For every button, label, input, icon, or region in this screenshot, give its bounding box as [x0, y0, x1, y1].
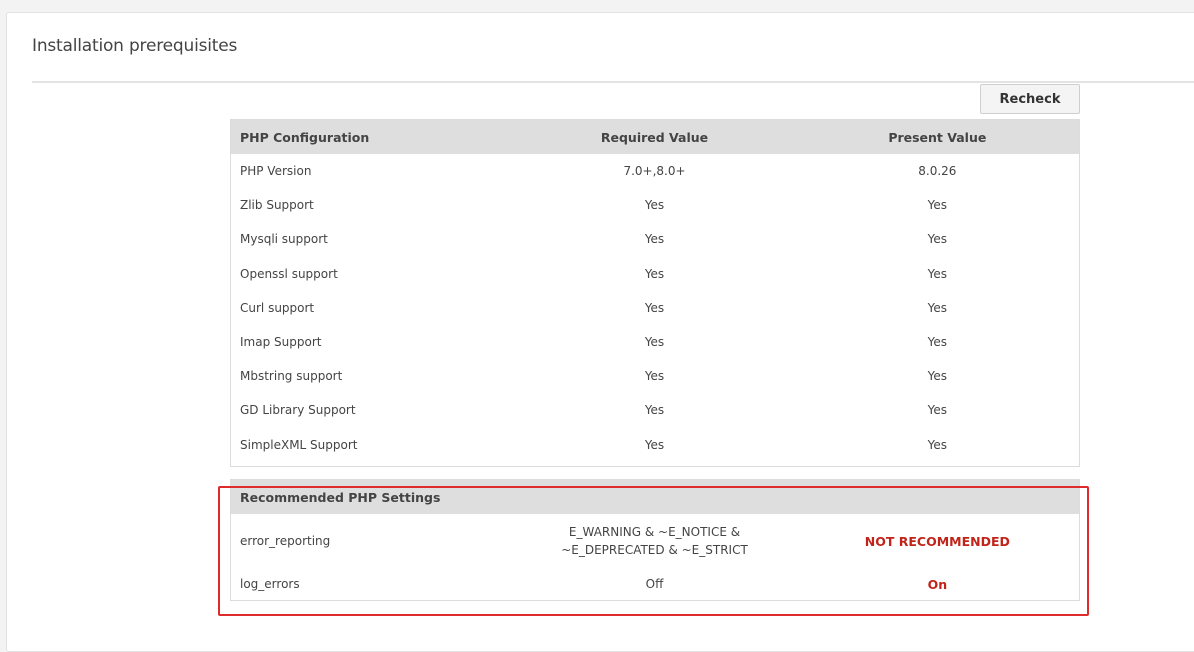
table-row: Mbstring support Yes Yes	[231, 359, 1079, 393]
required-value: Off	[645, 577, 664, 591]
table-row: GD Library Support Yes Yes	[231, 393, 1079, 427]
required-value: Yes	[644, 437, 665, 452]
column-header-required-value: Required Value	[600, 129, 709, 145]
table-row-log-errors: log_errors Off On	[231, 568, 1079, 600]
title-divider	[32, 81, 1194, 83]
required-value: Yes	[644, 232, 665, 247]
required-value-line: E_WARNING & ~E_NOTICE &	[568, 525, 741, 539]
present-value: Yes	[927, 403, 948, 418]
present-value: Yes	[927, 198, 948, 213]
table-body: PHP Version 7.0+,8.0+ 8.0.26 Zlib Suppor…	[231, 154, 1079, 466]
required-value: Yes	[644, 198, 665, 213]
row-label: Curl support	[240, 300, 315, 315]
table-row: Zlib Support Yes Yes	[231, 188, 1079, 222]
row-label: Mbstring support	[240, 369, 343, 384]
present-value: Yes	[927, 437, 948, 452]
table-row-error-reporting: error_reporting E_WARNING & ~E_NOTICE & …	[231, 514, 1079, 568]
present-value-warning: NOT RECOMMENDED	[864, 533, 1010, 549]
table-header-row: PHP Configuration Required Value Present…	[231, 120, 1079, 154]
row-label: PHP Version	[240, 164, 312, 179]
present-value: Yes	[927, 369, 948, 384]
required-value: Yes	[644, 300, 665, 315]
row-label: error_reporting	[240, 534, 331, 548]
required-value-line: ~E_DEPRECATED & ~E_STRICT	[561, 543, 748, 557]
row-label: Mysqli support	[240, 232, 328, 247]
column-header-php-configuration: PHP Configuration	[240, 129, 370, 145]
row-label: Zlib Support	[240, 198, 314, 213]
recheck-button[interactable]: Recheck	[980, 84, 1080, 114]
present-value: 8.0.26	[918, 164, 957, 179]
php-configuration-table: PHP Configuration Required Value Present…	[230, 119, 1080, 467]
recommended-settings-title: Recommended PHP Settings	[240, 489, 441, 505]
row-label: GD Library Support	[240, 403, 356, 418]
table-header-row: Recommended PHP Settings	[231, 480, 1079, 514]
table-row: Imap Support Yes Yes	[231, 325, 1079, 359]
required-value: 7.0+,8.0+	[623, 164, 686, 179]
row-label: Openssl support	[240, 266, 338, 281]
table-row: PHP Version 7.0+,8.0+ 8.0.26	[231, 154, 1079, 188]
column-header-present-value: Present Value	[888, 129, 987, 145]
required-value: Yes	[644, 335, 665, 350]
required-value: E_WARNING & ~E_NOTICE & ~E_DEPRECATED & …	[513, 523, 795, 559]
row-label: Imap Support	[240, 335, 322, 350]
recommended-php-settings-table: Recommended PHP Settings error_reporting…	[230, 479, 1080, 601]
page-title: Installation prerequisites	[32, 36, 238, 56]
required-value: Yes	[644, 369, 665, 384]
required-value: Yes	[644, 403, 665, 418]
table-row: Mysqli support Yes Yes	[231, 222, 1079, 256]
table-row: Openssl support Yes Yes	[231, 257, 1079, 291]
present-value: Yes	[927, 335, 948, 350]
table-row: Curl support Yes Yes	[231, 291, 1079, 325]
present-value: Yes	[927, 266, 948, 281]
table-row: SimpleXML Support Yes Yes	[231, 428, 1079, 462]
row-label: log_errors	[240, 577, 300, 591]
present-value: Yes	[927, 300, 948, 315]
present-value-warning: On	[927, 576, 948, 592]
required-value: Yes	[644, 266, 665, 281]
present-value: Yes	[927, 232, 948, 247]
row-label: SimpleXML Support	[240, 437, 358, 452]
